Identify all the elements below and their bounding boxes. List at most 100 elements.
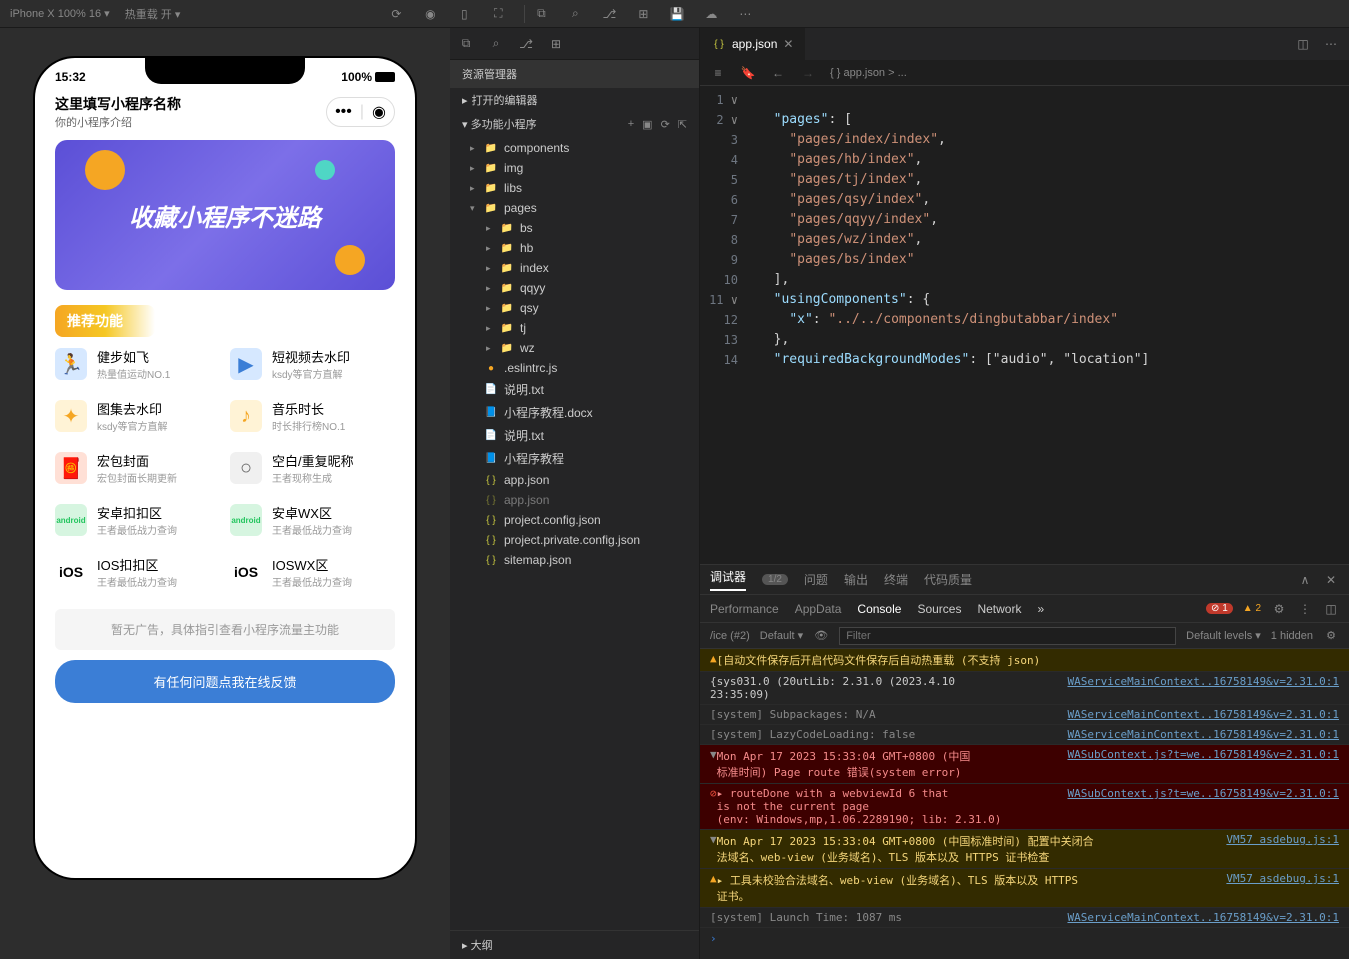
network-tab[interactable]: Network (977, 602, 1021, 616)
editor-tab[interactable]: { } app.json ✕ (700, 28, 805, 60)
terminal-tab[interactable]: 终端 (884, 571, 908, 588)
explorer-tab-icon[interactable]: ⧉ (458, 36, 474, 52)
split-editor-icon[interactable]: ◫ (1295, 36, 1311, 52)
chevron-up-icon[interactable]: ∧ (1297, 572, 1313, 588)
record-icon[interactable]: ◉ (422, 6, 438, 22)
dock-icon[interactable]: ◫ (1323, 601, 1339, 617)
tree-item[interactable]: ▾📁pages (450, 198, 699, 218)
tree-item[interactable]: ▸📁index (450, 258, 699, 278)
sources-tab[interactable]: Sources (917, 602, 961, 616)
filter-settings-icon[interactable]: ⚙ (1323, 628, 1339, 644)
tree-item[interactable]: ▸📁qsy (450, 298, 699, 318)
tree-item[interactable]: ●.eslintrc.js (450, 358, 699, 378)
hotreload-toggle[interactable]: 热重载 开 ▾ (125, 6, 181, 22)
kebab-icon[interactable]: ⋮ (1297, 601, 1313, 617)
filter-context[interactable]: /ice (#2) (710, 630, 750, 642)
tree-item[interactable]: { }project.private.config.json (450, 530, 699, 550)
capsule-more-icon[interactable]: ••• (335, 103, 352, 121)
eye-icon[interactable]: 👁 (813, 628, 829, 644)
bookmark-icon[interactable]: 🔖 (740, 65, 756, 81)
tab-close-icon[interactable]: ✕ (783, 37, 793, 51)
tree-item[interactable]: ▸📁components (450, 138, 699, 158)
feature-item[interactable]: android 安卓扣扣区 王者最低战力查询 (55, 503, 220, 537)
console-prompt[interactable]: › (700, 928, 1349, 949)
error-count-badge[interactable]: ⊘ 1 (1206, 603, 1233, 614)
git-tab-icon[interactable]: ⎇ (518, 36, 534, 52)
new-file-icon[interactable]: + (628, 118, 634, 131)
new-folder-icon[interactable]: ▣ (642, 118, 652, 131)
capsule-close-icon[interactable]: ◉ (372, 102, 386, 122)
back-icon[interactable]: ← (770, 65, 786, 81)
outline-icon[interactable]: ≡ (710, 65, 726, 81)
save-icon[interactable]: 💾 (669, 6, 685, 22)
tree-item[interactable]: { }app.json (450, 470, 699, 490)
expand-icon[interactable]: ⛶ (490, 6, 506, 22)
tree-item[interactable]: ▸📁wz (450, 338, 699, 358)
feature-item[interactable]: 🏃 健步如飞 热量值运动NO.1 (55, 347, 220, 381)
debugger-tab[interactable]: 调试器 (710, 568, 746, 591)
feature-item[interactable]: ♪ 音乐时长 时长排行榜NO.1 (230, 399, 395, 433)
log-source-link[interactable]: WAServiceMainContext..16758149&v=2.31.0:… (1067, 911, 1339, 924)
tree-item[interactable]: 📄说明.txt (450, 378, 699, 401)
tree-item[interactable]: 📘小程序教程 (450, 447, 699, 470)
performance-tab[interactable]: Performance (710, 602, 779, 616)
phone-icon[interactable]: ▯ (456, 6, 472, 22)
feature-item[interactable]: ✦ 图集去水印 ksdy等官方直解 (55, 399, 220, 433)
tree-item[interactable]: { }sitemap.json (450, 550, 699, 570)
search-icon[interactable]: ⌕ (567, 6, 583, 22)
tree-item[interactable]: ▸📁img (450, 158, 699, 178)
editor-more-icon[interactable]: ⋯ (1323, 36, 1339, 52)
copy-icon[interactable]: ⧉ (533, 6, 549, 22)
filter-levels[interactable]: Default levels ▾ (1186, 629, 1261, 642)
branch-icon[interactable]: ⎇ (601, 6, 617, 22)
log-source-link[interactable]: VM57 asdebug.js:1 (1226, 833, 1339, 865)
tree-item[interactable]: 📄说明.txt (450, 424, 699, 447)
device-selector[interactable]: iPhone X 100% 16 ▾ (10, 7, 110, 20)
more-tabs-icon[interactable]: » (1037, 602, 1044, 616)
settings-icon[interactable]: ⚙ (1271, 601, 1287, 617)
ext-tab-icon[interactable]: ⊞ (548, 36, 564, 52)
tree-item[interactable]: ▸📁bs (450, 218, 699, 238)
log-source-link[interactable]: WASubContext.js?t=we..16758149&v=2.31.0:… (1067, 748, 1339, 780)
grid-icon[interactable]: ⊞ (635, 6, 651, 22)
tree-item[interactable]: 📘小程序教程.docx (450, 401, 699, 424)
feature-item[interactable]: iOS IOS扣扣区 王者最低战力查询 (55, 555, 220, 589)
outline-section[interactable]: ▸ 大纲 (450, 930, 699, 959)
more-icon[interactable]: ⋯ (737, 6, 753, 22)
feature-item[interactable]: ▶ 短视频去水印 ksdy等官方直解 (230, 347, 395, 381)
refresh-tree-icon[interactable]: ⟳ (661, 118, 670, 131)
filter-hidden[interactable]: 1 hidden (1271, 630, 1313, 642)
console-tab[interactable]: Console (857, 602, 901, 616)
problems-tab[interactable]: 问题 (804, 571, 828, 588)
appdata-tab[interactable]: AppData (795, 602, 842, 616)
tree-item[interactable]: ▸📁qqyy (450, 278, 699, 298)
filter-default[interactable]: Default ▾ (760, 629, 803, 642)
log-source-link[interactable]: WAServiceMainContext..16758149&v=2.31.0:… (1067, 675, 1339, 701)
feature-item[interactable]: ○ 空白/重复昵称 王者现称生成 (230, 451, 395, 485)
breadcrumb[interactable]: { } app.json > ... (830, 67, 907, 79)
feature-item[interactable]: android 安卓WX区 王者最低战力查询 (230, 503, 395, 537)
search-tab-icon[interactable]: ⌕ (488, 36, 504, 52)
cloud-icon[interactable]: ☁ (703, 6, 719, 22)
project-section[interactable]: ▾ 多功能小程序 + ▣ ⟳ ⇱ (450, 112, 699, 136)
filter-input[interactable] (839, 627, 1176, 645)
refresh-icon[interactable]: ⟳ (388, 6, 404, 22)
tree-item[interactable]: ▸📁libs (450, 178, 699, 198)
log-source-link[interactable]: WAServiceMainContext..16758149&v=2.31.0:… (1067, 728, 1339, 741)
app-banner[interactable]: 收藏小程序不迷路 (55, 140, 395, 290)
feedback-button[interactable]: 有任何问题点我在线反馈 (55, 660, 395, 703)
feature-item[interactable]: 🧧 宏包封面 宏包封面长期更新 (55, 451, 220, 485)
tree-item[interactable]: ▸📁tj (450, 318, 699, 338)
feature-item[interactable]: iOS IOSWX区 王者最低战力查询 (230, 555, 395, 589)
output-tab[interactable]: 输出 (844, 571, 868, 588)
open-editors-section[interactable]: ▸打开的编辑器 (450, 88, 699, 112)
tree-item[interactable]: { }app.json (450, 490, 699, 510)
log-source-link[interactable]: WAServiceMainContext..16758149&v=2.31.0:… (1067, 708, 1339, 721)
devtools-close-icon[interactable]: ✕ (1323, 572, 1339, 588)
log-source-link[interactable]: WASubContext.js?t=we..16758149&v=2.31.0:… (1067, 787, 1339, 826)
tree-item[interactable]: { }project.config.json (450, 510, 699, 530)
collapse-icon[interactable]: ⇱ (678, 118, 687, 131)
warn-count-badge[interactable]: ▲ 2 (1243, 603, 1261, 614)
forward-icon[interactable]: → (800, 65, 816, 81)
log-source-link[interactable]: VM57 asdebug.js:1 (1226, 872, 1339, 904)
